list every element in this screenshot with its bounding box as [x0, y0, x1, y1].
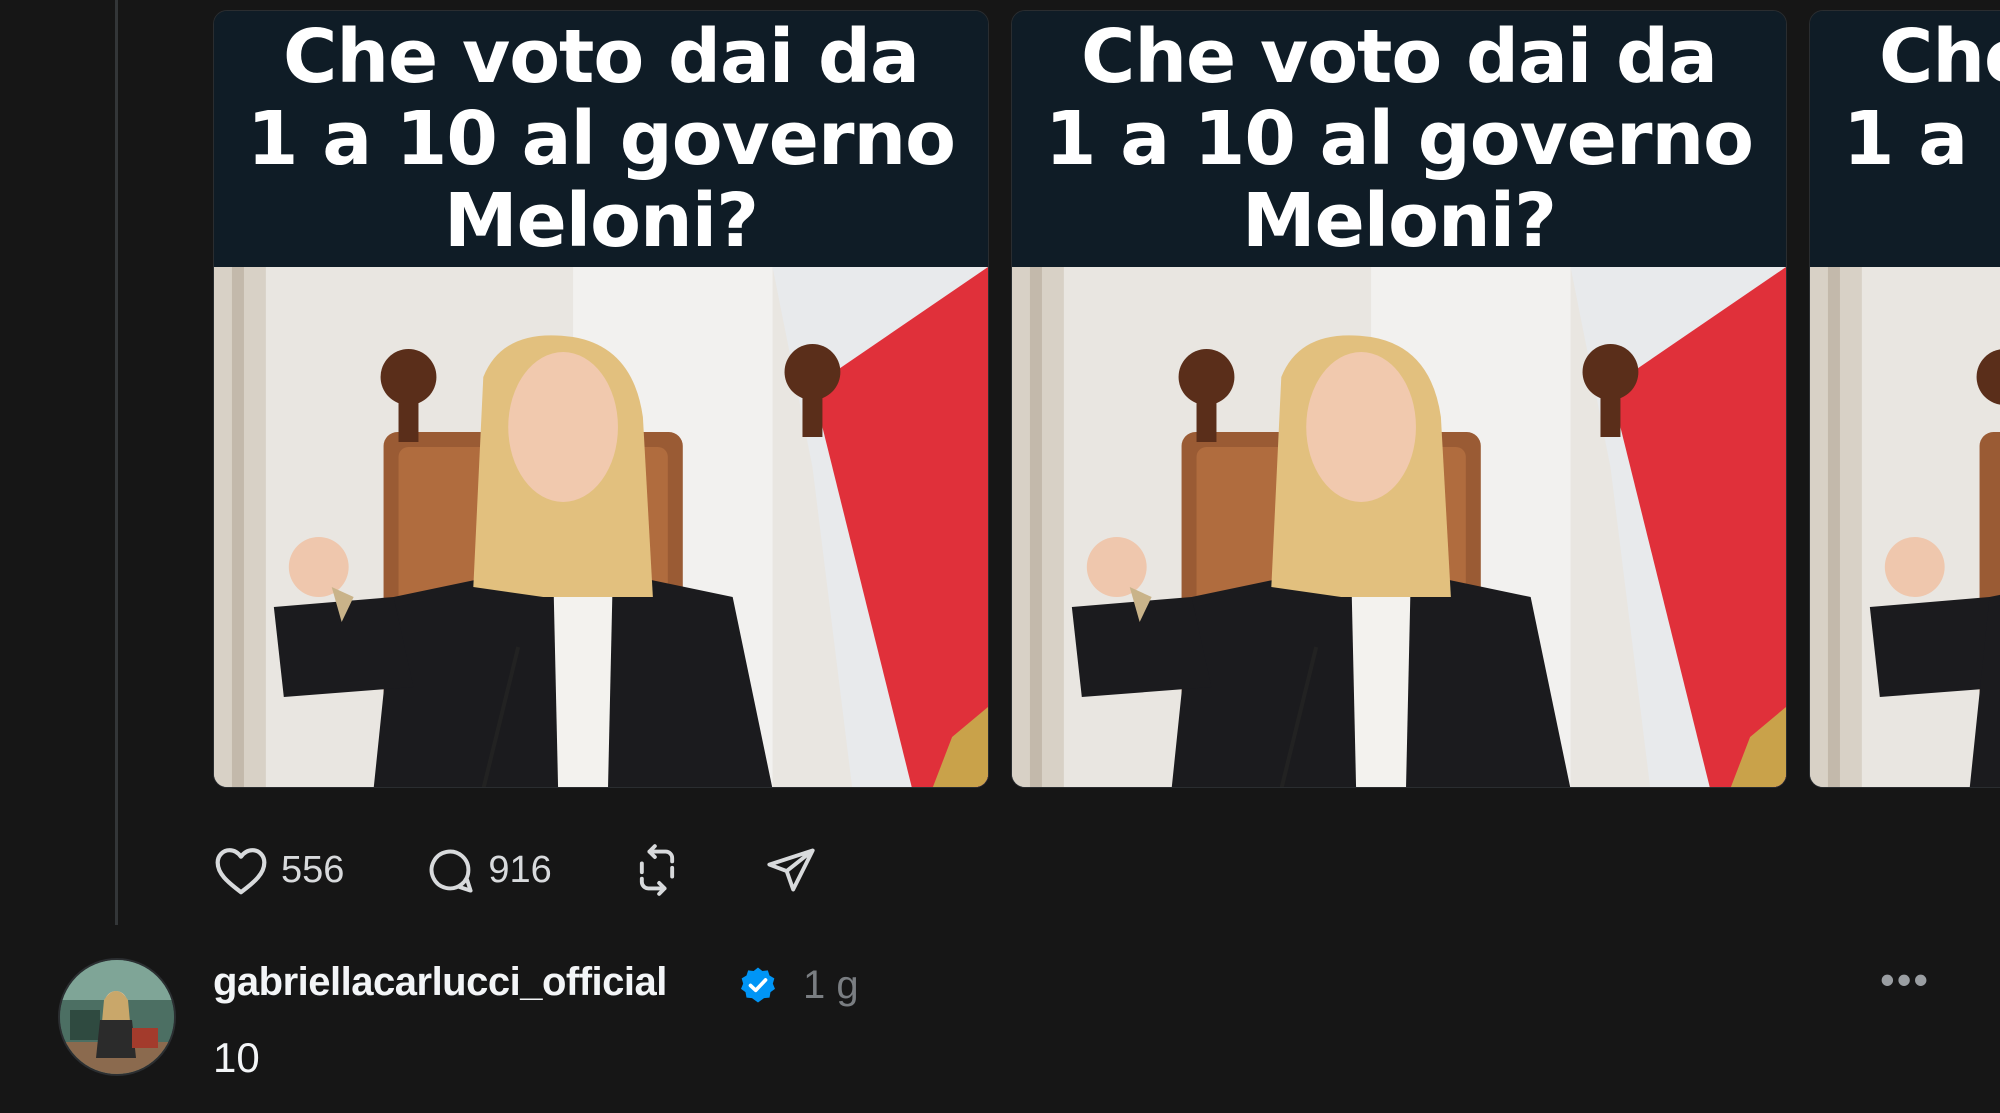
reply-comment: gabriellacarlucci_official 1 g 10 •••: [58, 958, 2000, 1108]
reply-count: 916: [488, 848, 552, 891]
paper-plane-icon: [764, 844, 818, 896]
carousel-slide[interactable]: Che voto dai da 1 a 10 al governo Meloni…: [1809, 10, 2000, 788]
slide-header: Che voto dai da 1 a 10 al governo Meloni…: [214, 11, 988, 267]
comment-text: 10: [213, 1034, 260, 1081]
carousel-slide[interactable]: Che voto dai da 1 a 10 al governo Meloni…: [213, 10, 989, 788]
heart-icon: [213, 844, 269, 896]
slide-header: Che voto dai da 1 a 10 al governo Meloni…: [1012, 11, 1786, 267]
slide-headline: Che voto dai da 1 a 10 al governo Meloni…: [1842, 14, 2000, 182]
slide-headline: Che voto dai da 1 a 10 al governo Meloni…: [246, 14, 956, 264]
slide-header: Che voto dai da 1 a 10 al governo Meloni…: [1810, 11, 2000, 267]
thread-connector-line: [115, 0, 118, 925]
avatar[interactable]: [58, 958, 176, 1076]
speech-bubble-icon: [424, 844, 476, 896]
repost-icon: [630, 844, 684, 896]
image-carousel[interactable]: Che voto dai da 1 a 10 al governo Meloni…: [213, 10, 2000, 790]
slide-photo: [1012, 267, 1786, 787]
comment-username[interactable]: gabriellacarlucci_official: [213, 960, 667, 1005]
share-button[interactable]: [764, 844, 818, 896]
verified-badge-icon: [738, 965, 778, 1010]
slide-photo: [214, 267, 988, 787]
like-count: 556: [281, 848, 345, 891]
repost-button[interactable]: [630, 844, 684, 896]
reply-button[interactable]: 916: [424, 844, 552, 896]
carousel-slide[interactable]: Che voto dai da 1 a 10 al governo Meloni…: [1011, 10, 1787, 788]
slide-headline: Che voto dai da 1 a 10 al governo Meloni…: [1044, 14, 1754, 264]
comment-timestamp: 1 g: [803, 963, 859, 1007]
like-button[interactable]: 556: [213, 844, 344, 896]
threads-feed: Che voto dai da 1 a 10 al governo Meloni…: [0, 0, 2000, 1113]
post-actions: 556 916: [213, 840, 818, 900]
more-options-icon[interactable]: •••: [1880, 959, 1930, 1001]
slide-photo: [1810, 267, 2000, 787]
